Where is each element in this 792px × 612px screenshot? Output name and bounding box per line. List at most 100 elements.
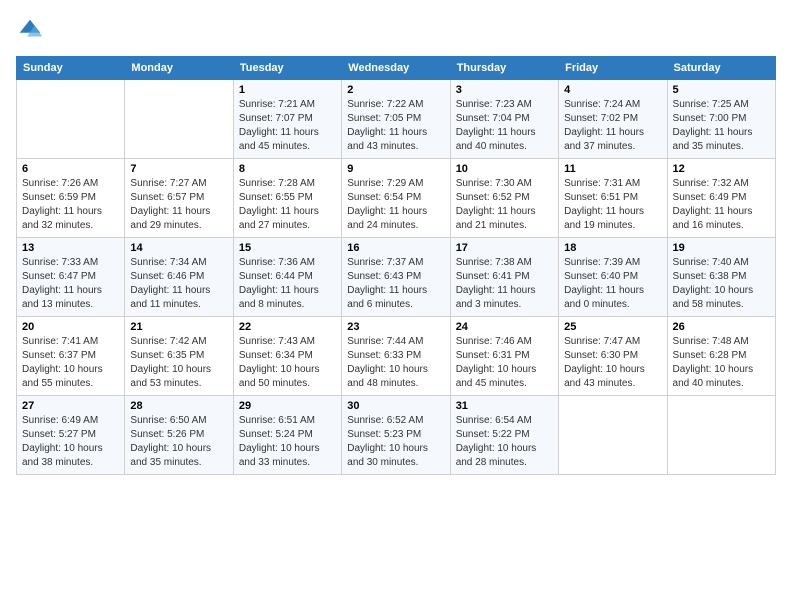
day-number: 8 [239, 163, 336, 175]
day-info: Sunrise: 7:41 AMSunset: 6:37 PMDaylight:… [22, 335, 119, 391]
calendar-cell [667, 396, 775, 475]
day-number: 18 [564, 242, 661, 254]
day-info: Sunrise: 7:27 AMSunset: 6:57 PMDaylight:… [130, 177, 227, 233]
calendar-cell: 30 Sunrise: 6:52 AMSunset: 5:23 PMDayligh… [342, 396, 450, 475]
day-info: Sunrise: 7:48 AMSunset: 6:28 PMDaylight:… [673, 335, 770, 391]
calendar-cell: 11Sunrise: 7:31 AMSunset: 6:51 PMDayligh… [559, 159, 667, 238]
calendar-cell: 22 Sunrise: 7:43 AMSunset: 6:34 PMDayligh… [233, 317, 341, 396]
calendar-cell [125, 80, 233, 159]
day-info: Sunrise: 7:32 AMSunset: 6:49 PMDaylight:… [673, 177, 770, 233]
logo [16, 16, 48, 44]
calendar-cell: 7 Sunrise: 7:27 AMSunset: 6:57 PMDaylight… [125, 159, 233, 238]
calendar-cell: 19 Sunrise: 7:40 AMSunset: 6:38 PMDayligh… [667, 238, 775, 317]
day-info: Sunrise: 7:47 AMSunset: 6:30 PMDaylight:… [564, 335, 661, 391]
day-number: 29 [239, 400, 336, 412]
calendar-cell [17, 80, 125, 159]
day-number: 30 [347, 400, 444, 412]
calendar-cell: 20 Sunrise: 7:41 AMSunset: 6:37 PMDayligh… [17, 317, 125, 396]
day-info: Sunrise: 7:36 AMSunset: 6:44 PMDaylight:… [239, 256, 336, 312]
calendar-cell: 17Sunrise: 7:38 AMSunset: 6:41 PMDayligh… [450, 238, 558, 317]
day-number: 5 [673, 84, 770, 96]
calendar-row: 6 Sunrise: 7:26 AMSunset: 6:59 PMDaylight… [17, 159, 776, 238]
calendar-row: 27 Sunrise: 6:49 AMSunset: 5:27 PMDayligh… [17, 396, 776, 475]
day-info: Sunrise: 7:42 AMSunset: 6:35 PMDaylight:… [130, 335, 227, 391]
day-info: Sunrise: 7:23 AMSunset: 7:04 PMDaylight:… [456, 98, 553, 154]
calendar-cell: 9 Sunrise: 7:29 AMSunset: 6:54 PMDaylight… [342, 159, 450, 238]
day-number: 31 [456, 400, 553, 412]
day-info: Sunrise: 6:52 AMSunset: 5:23 PMDaylight:… [347, 414, 444, 470]
calendar-cell: 8 Sunrise: 7:28 AMSunset: 6:55 PMDaylight… [233, 159, 341, 238]
day-info: Sunrise: 7:34 AMSunset: 6:46 PMDaylight:… [130, 256, 227, 312]
day-number: 12 [673, 163, 770, 175]
day-number: 16 [347, 242, 444, 254]
day-number: 6 [22, 163, 119, 175]
calendar-cell: 31 Sunrise: 6:54 AMSunset: 5:22 PMDayligh… [450, 396, 558, 475]
weekday-header: Monday [125, 57, 233, 80]
calendar-row: 1 Sunrise: 7:21 AMSunset: 7:07 PMDaylight… [17, 80, 776, 159]
calendar-table: SundayMondayTuesdayWednesdayThursdayFrid… [16, 56, 776, 475]
calendar-cell: 3 Sunrise: 7:23 AMSunset: 7:04 PMDaylight… [450, 80, 558, 159]
calendar-cell: 16 Sunrise: 7:37 AMSunset: 6:43 PMDayligh… [342, 238, 450, 317]
day-number: 21 [130, 321, 227, 333]
weekday-header: Sunday [17, 57, 125, 80]
day-number: 24 [456, 321, 553, 333]
day-number: 27 [22, 400, 119, 412]
day-info: Sunrise: 6:50 AMSunset: 5:26 PMDaylight:… [130, 414, 227, 470]
day-number: 28 [130, 400, 227, 412]
day-info: Sunrise: 7:28 AMSunset: 6:55 PMDaylight:… [239, 177, 336, 233]
day-number: 13 [22, 242, 119, 254]
calendar-cell: 5Sunrise: 7:25 AMSunset: 7:00 PMDaylight… [667, 80, 775, 159]
day-number: 23 [347, 321, 444, 333]
calendar-row: 13 Sunrise: 7:33 AMSunset: 6:47 PMDayligh… [17, 238, 776, 317]
day-number: 11 [564, 163, 661, 175]
day-number: 25 [564, 321, 661, 333]
day-info: Sunrise: 7:21 AMSunset: 7:07 PMDaylight:… [239, 98, 336, 154]
day-number: 7 [130, 163, 227, 175]
day-info: Sunrise: 7:37 AMSunset: 6:43 PMDaylight:… [347, 256, 444, 312]
calendar-cell: 14 Sunrise: 7:34 AMSunset: 6:46 PMDayligh… [125, 238, 233, 317]
calendar-cell: 28 Sunrise: 6:50 AMSunset: 5:26 PMDayligh… [125, 396, 233, 475]
day-info: Sunrise: 7:33 AMSunset: 6:47 PMDaylight:… [22, 256, 119, 312]
day-info: Sunrise: 7:43 AMSunset: 6:34 PMDaylight:… [239, 335, 336, 391]
day-number: 9 [347, 163, 444, 175]
weekday-header: Friday [559, 57, 667, 80]
calendar-cell: 24 Sunrise: 7:46 AMSunset: 6:31 PMDayligh… [450, 317, 558, 396]
calendar-cell: 26Sunrise: 7:48 AMSunset: 6:28 PMDayligh… [667, 317, 775, 396]
logo-icon [16, 16, 44, 44]
calendar-cell: 2Sunrise: 7:22 AMSunset: 7:05 PMDaylight… [342, 80, 450, 159]
calendar-cell: 4 Sunrise: 7:24 AMSunset: 7:02 PMDaylight… [559, 80, 667, 159]
day-info: Sunrise: 7:24 AMSunset: 7:02 PMDaylight:… [564, 98, 661, 154]
day-info: Sunrise: 6:49 AMSunset: 5:27 PMDaylight:… [22, 414, 119, 470]
day-info: Sunrise: 7:46 AMSunset: 6:31 PMDaylight:… [456, 335, 553, 391]
weekday-header-row: SundayMondayTuesdayWednesdayThursdayFrid… [17, 57, 776, 80]
day-number: 10 [456, 163, 553, 175]
calendar-cell: 1 Sunrise: 7:21 AMSunset: 7:07 PMDaylight… [233, 80, 341, 159]
day-info: Sunrise: 7:29 AMSunset: 6:54 PMDaylight:… [347, 177, 444, 233]
day-info: Sunrise: 7:39 AMSunset: 6:40 PMDaylight:… [564, 256, 661, 312]
day-number: 3 [456, 84, 553, 96]
day-info: Sunrise: 7:30 AMSunset: 6:52 PMDaylight:… [456, 177, 553, 233]
day-number: 19 [673, 242, 770, 254]
day-info: Sunrise: 7:22 AMSunset: 7:05 PMDaylight:… [347, 98, 444, 154]
calendar-cell: 23Sunrise: 7:44 AMSunset: 6:33 PMDayligh… [342, 317, 450, 396]
day-number: 22 [239, 321, 336, 333]
day-info: Sunrise: 6:54 AMSunset: 5:22 PMDaylight:… [456, 414, 553, 470]
weekday-header: Thursday [450, 57, 558, 80]
page-header [16, 16, 776, 44]
day-info: Sunrise: 7:38 AMSunset: 6:41 PMDaylight:… [456, 256, 553, 312]
calendar-cell: 10 Sunrise: 7:30 AMSunset: 6:52 PMDayligh… [450, 159, 558, 238]
calendar-cell: 25 Sunrise: 7:47 AMSunset: 6:30 PMDayligh… [559, 317, 667, 396]
day-number: 4 [564, 84, 661, 96]
weekday-header: Tuesday [233, 57, 341, 80]
calendar-cell: 12 Sunrise: 7:32 AMSunset: 6:49 PMDayligh… [667, 159, 775, 238]
day-info: Sunrise: 7:26 AMSunset: 6:59 PMDaylight:… [22, 177, 119, 233]
day-info: Sunrise: 6:51 AMSunset: 5:24 PMDaylight:… [239, 414, 336, 470]
calendar-row: 20 Sunrise: 7:41 AMSunset: 6:37 PMDayligh… [17, 317, 776, 396]
day-info: Sunrise: 7:40 AMSunset: 6:38 PMDaylight:… [673, 256, 770, 312]
calendar-cell: 13 Sunrise: 7:33 AMSunset: 6:47 PMDayligh… [17, 238, 125, 317]
day-number: 14 [130, 242, 227, 254]
weekday-header: Saturday [667, 57, 775, 80]
calendar-cell: 15Sunrise: 7:36 AMSunset: 6:44 PMDayligh… [233, 238, 341, 317]
day-number: 20 [22, 321, 119, 333]
day-number: 1 [239, 84, 336, 96]
